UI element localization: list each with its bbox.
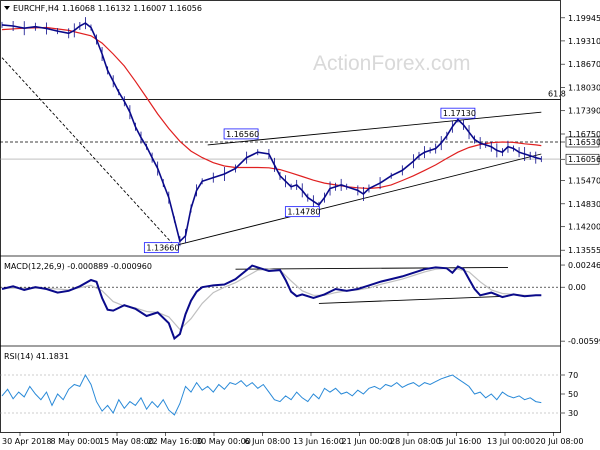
x-tick-label: 22 May 16:00 — [148, 437, 203, 446]
x-tick-label: 21 Jun 00:00 — [342, 437, 393, 446]
x-tick-label: 5 Jul 16:00 — [439, 437, 482, 446]
x-tick-label: 20 Jul 08:00 — [536, 437, 584, 446]
symbol-label: EURCHF,H4 — [13, 4, 59, 13]
y-tick-label: 1.16530 — [568, 138, 600, 147]
x-tick-label: 8 May 00:00 — [51, 437, 101, 446]
fib-label: 61.8 — [548, 89, 566, 98]
y-tick-label: 1.18030 — [568, 83, 600, 92]
x-tick-label: 13 Jun 16:00 — [293, 437, 344, 446]
x-tick-label: 15 May 08:00 — [99, 437, 154, 446]
x-tick-label: 28 Jun 08:00 — [390, 437, 441, 446]
macd-y-tick-label: 0.00 — [568, 283, 586, 292]
y-tick-label: 1.14200 — [568, 223, 600, 232]
macd-y-tick-label: 0.002463 — [568, 261, 600, 270]
y-tick-label: 1.16056 — [568, 155, 600, 164]
ohlc-text: 1.16068 1.16132 1.16007 1.16056 — [62, 4, 202, 13]
price-header: EURCHF,H4 1.16068 1.16132 1.16007 1.1605… — [4, 4, 202, 13]
y-tick-label: 1.17390 — [568, 107, 600, 116]
chart-svg: EURCHF,H4 1.16068 1.16132 1.16007 1.1605… — [0, 0, 600, 446]
annotation-label: 1.17130 — [443, 109, 476, 118]
rsi-y-tick-label: 30 — [568, 409, 578, 418]
annotation-label: 1.13660 — [146, 244, 179, 253]
x-tick-label: 30 Apr 2018 — [2, 437, 51, 446]
chart-frame — [0, 0, 561, 433]
x-tick-label: 13 Jul 00:00 — [487, 437, 535, 446]
macd-y-tick-label: -0.005992 — [568, 337, 600, 346]
y-tick-label: 1.18670 — [568, 60, 600, 69]
forex-chart: EURCHF,H4 1.16068 1.16132 1.16007 1.1605… — [0, 0, 600, 450]
y-tick-label: 1.19945 — [568, 14, 600, 23]
annotation-label: 1.14780 — [287, 208, 320, 217]
y-tick-label: 1.13555 — [568, 246, 600, 255]
x-axis: 30 Apr 2018 8 May 00:0015 May 08:0022 May… — [2, 432, 583, 446]
annotation-label: 1.16560 — [226, 130, 259, 139]
macd-title: MACD(12,26,9) -0.000889 -0.000960 — [4, 262, 152, 271]
x-tick-label: 6 Jun 08:00 — [245, 437, 291, 446]
watermark: ActionForex.com — [313, 52, 471, 75]
y-tick-label: 1.19310 — [568, 37, 600, 46]
y-tick-label: 1.15470 — [568, 177, 600, 186]
rsi-title: RSI(14) 41.1831 — [4, 352, 69, 361]
rsi-y-tick-label: 50 — [568, 390, 578, 399]
x-tick-label: 30 May 00:00 — [196, 437, 251, 446]
rsi-y-tick-label: 70 — [568, 371, 578, 380]
y-tick-label: 1.14830 — [568, 200, 600, 209]
